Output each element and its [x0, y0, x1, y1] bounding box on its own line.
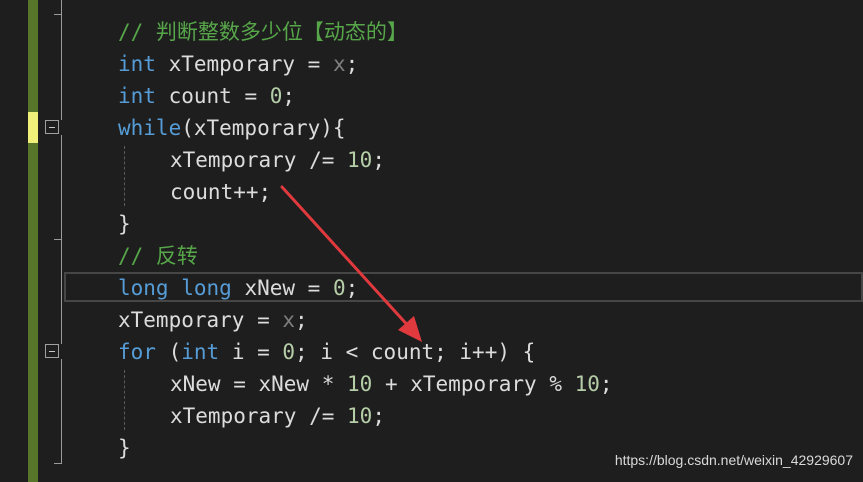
watermark: https://blog.csdn.net/weixin_42929607 — [614, 452, 853, 468]
red-arrow-icon — [280, 185, 422, 342]
